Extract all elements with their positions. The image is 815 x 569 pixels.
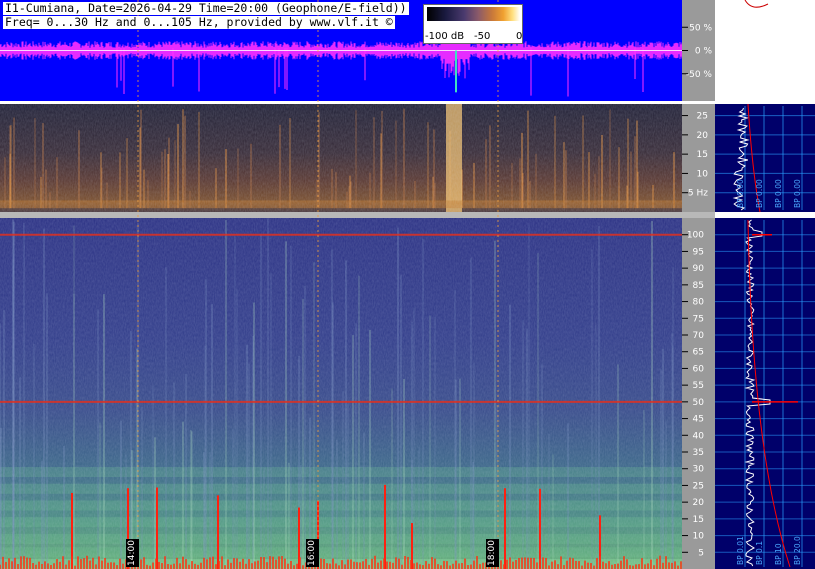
high-tick-label: 95 xyxy=(693,247,704,257)
high-tick-label: 90 xyxy=(693,264,705,274)
colorbar-label-max: 0 xyxy=(516,31,523,42)
high-tick-label: 100 xyxy=(687,231,704,241)
high-tick-label: 40 xyxy=(693,431,705,441)
waveform-tick-label: 50 % xyxy=(689,23,712,33)
bp-label-high: BP 20.0 xyxy=(793,536,802,565)
low-tick-label: 20 xyxy=(697,131,709,141)
waveform-tick-label: -50 % xyxy=(686,70,713,80)
high-tick-label: 55 xyxy=(693,381,704,391)
colorbar-gradient xyxy=(427,7,520,21)
colorbar-label-mid: -50 xyxy=(474,31,491,42)
high-tick-label: 10 xyxy=(693,532,705,542)
high-tick-label: 50 xyxy=(693,398,705,408)
time-label: 18:00 xyxy=(486,539,499,567)
vlf-monitor: 50 % 0 % -50 % 5 Hz 10 15 20 25 5 10 15 20 25 30 35 4… xyxy=(0,0,815,569)
high-tick-label: 80 xyxy=(693,298,705,308)
bp-label-high: BP 0.1 xyxy=(755,541,764,565)
frequency-info: Freq= 0...30 Hz and 0...105 Hz, provided… xyxy=(3,15,395,29)
avg-panel-high xyxy=(715,218,815,569)
low-tick-label: 25 xyxy=(697,112,708,122)
waveform-tick-label: 0 % xyxy=(695,47,713,57)
avg-panel-top xyxy=(715,0,815,101)
bp-label-low: BP 0.00 xyxy=(793,179,802,208)
bp-label-low: BP 0.00 xyxy=(736,179,745,208)
high-tick-label: 45 xyxy=(693,415,704,425)
high-tick-label: 5 xyxy=(698,548,704,558)
station-title: I1-Cumiana, Date=2026-04-29 Time=20:00 (… xyxy=(3,1,409,15)
bp-label-high: BP 0.01 xyxy=(736,536,745,565)
time-label: 16:00 xyxy=(306,539,319,567)
high-tick-label: 25 xyxy=(693,481,704,491)
high-tick-label: 65 xyxy=(693,348,704,358)
colorbar-label-min: -100 dB xyxy=(425,31,465,42)
bp-label-high: BP 10 xyxy=(774,543,783,565)
low-tick-label: 15 xyxy=(697,150,708,160)
spectrogram-low-noise xyxy=(0,104,682,212)
high-tick-label: 30 xyxy=(693,465,705,475)
high-tick-label: 70 xyxy=(693,331,705,341)
bp-label-low: BP 0.00 xyxy=(755,179,764,208)
high-tick-label: 35 xyxy=(693,448,704,458)
bp-label-low: BP 0.00 xyxy=(774,179,783,208)
high-tick-label: 75 xyxy=(693,314,704,324)
plot-canvas: 50 % 0 % -50 % 5 Hz 10 15 20 25 5 10 15 20 25 30 35 4… xyxy=(0,0,815,569)
colorbar-legend: -100 dB -50 0 xyxy=(423,4,523,44)
high-tick-label: 15 xyxy=(693,515,704,525)
high-tick-label: 60 xyxy=(693,364,705,374)
time-label: 14:00 xyxy=(126,539,139,567)
high-tick-label: 85 xyxy=(693,281,704,291)
spectrogram-high-noise xyxy=(0,218,682,569)
low-tick-label: 5 Hz xyxy=(688,189,708,199)
panel-separator xyxy=(0,212,715,218)
low-tick-label: 10 xyxy=(697,169,709,179)
high-tick-label: 20 xyxy=(693,498,705,508)
